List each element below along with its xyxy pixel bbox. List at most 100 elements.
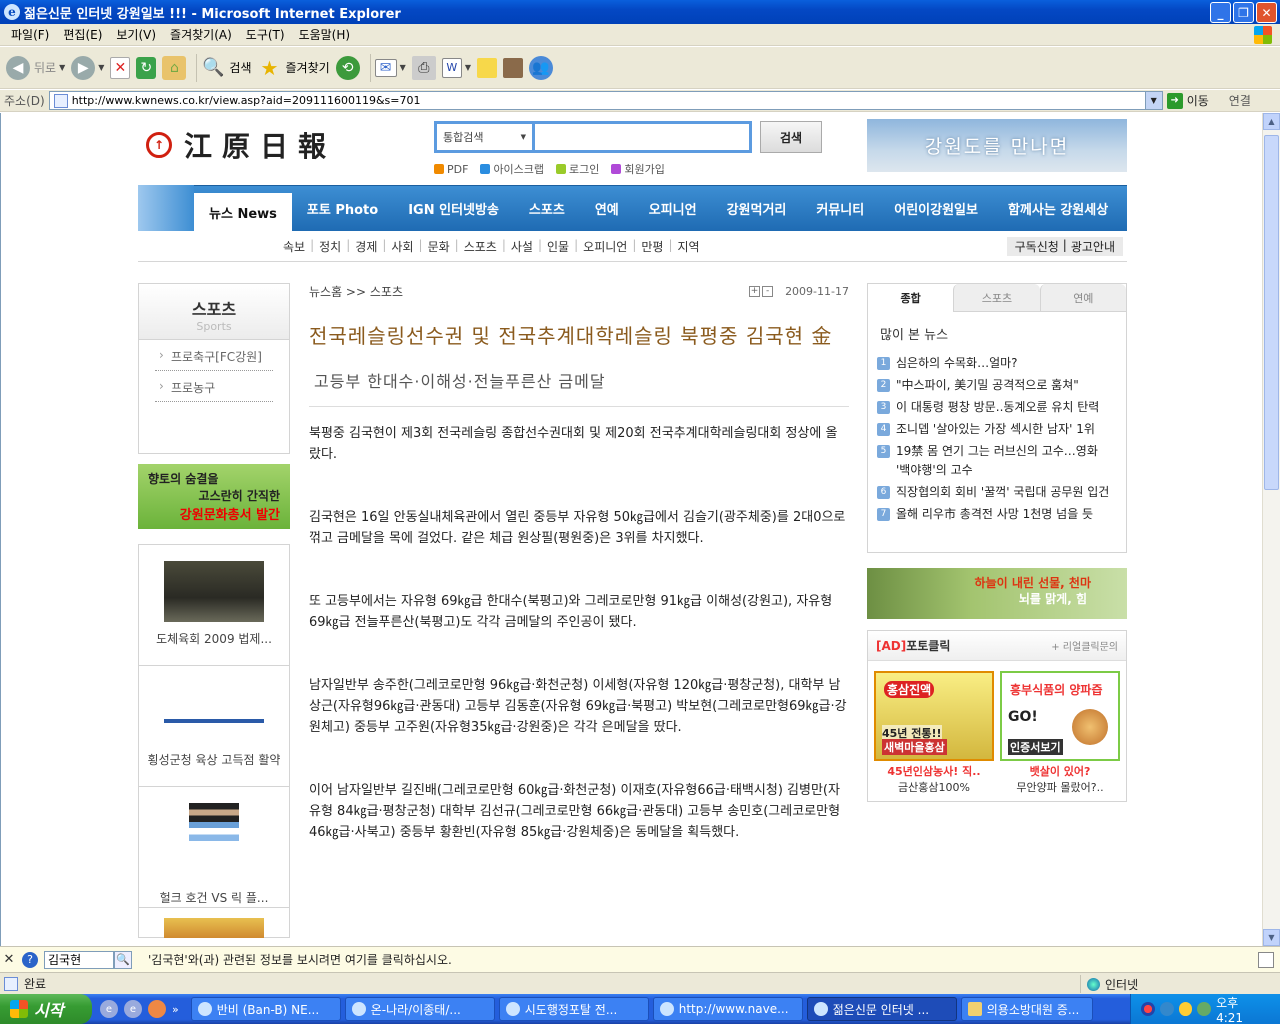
subnav-editorial[interactable]: 사설: [506, 238, 538, 255]
subnav-breaking[interactable]: 속보: [278, 238, 310, 255]
edit-button[interactable]: W ▼: [441, 51, 471, 85]
edit-dropdown-icon[interactable]: ▼: [465, 63, 471, 72]
site-search-input[interactable]: [532, 121, 752, 153]
iscrap-link[interactable]: 아이스크랩: [480, 161, 544, 177]
section-item-football[interactable]: 프로축구[FC강원]: [155, 340, 273, 371]
menu-tools[interactable]: 도구(T): [239, 26, 292, 43]
herb-ad-banner[interactable]: 하늘이 내린 선물, 천마 뇌를 맑게, 힘: [867, 568, 1127, 619]
tray-app-icon[interactable]: [1197, 1002, 1212, 1016]
task-button-active[interactable]: 젊은신문 인터넷 ...: [806, 997, 957, 1021]
task-button[interactable]: 시도행정포탈 전...: [498, 997, 649, 1021]
site-search-button[interactable]: 검색: [760, 121, 822, 153]
subscribe-link[interactable]: 구독신청: [1011, 238, 1063, 255]
print-button[interactable]: ⎙: [411, 51, 436, 85]
tray-arrow-icon[interactable]: [1159, 1002, 1174, 1016]
vertical-scrollbar[interactable]: ▲ ▼: [1262, 113, 1280, 946]
ad-inquiry-link[interactable]: + 리얼클릭문의: [1051, 638, 1118, 653]
gnb-photo[interactable]: 포토 Photo: [292, 185, 393, 231]
subnav-politics[interactable]: 정치: [314, 238, 346, 255]
search-scope-select[interactable]: 통합검색 ▼: [434, 121, 532, 153]
gnb-community[interactable]: 커뮤니티: [801, 185, 879, 231]
scroll-down-button[interactable]: ▼: [1263, 929, 1280, 946]
popular-item[interactable]: 3 이 대통령 평창 방문..동계오륜 유치 탄력: [868, 397, 1126, 419]
ad-item-onion[interactable]: 흥부식품의 양파즙 GO! 인증서보기 뱃살이 있어? 무안양파 몰랐어?..: [1000, 671, 1120, 795]
favorites-button[interactable]: ★ 즐겨찾기: [258, 51, 330, 85]
clock[interactable]: 오후 4:21: [1216, 994, 1268, 1024]
keyword-input[interactable]: [44, 950, 114, 969]
menu-view[interactable]: 보기(V): [109, 26, 163, 43]
subnav-opinion[interactable]: 오피니언: [578, 238, 632, 255]
minimize-button[interactable]: _: [1210, 2, 1231, 23]
photo-item[interactable]: 도체육회 2009 법제...: [138, 545, 290, 666]
zoom-out-button[interactable]: -: [762, 286, 774, 297]
keyword-bar-option-icon[interactable]: [1258, 951, 1274, 968]
top-banner[interactable]: 강원도를 만나면: [867, 119, 1127, 172]
zoom-in-button[interactable]: +: [749, 286, 761, 297]
more-chevron-icon[interactable]: »: [172, 1003, 179, 1016]
ad-item-ginseng[interactable]: 홍삼진액 45년 전통!! 새벽마을홍삼 45년인삼농사! 직.. 금산홍삼10…: [874, 671, 994, 795]
menu-help[interactable]: 도움말(H): [292, 26, 358, 43]
photo-item[interactable]: 헐크 호건 VS 릭 플...: [138, 787, 290, 908]
subnav-cartoon[interactable]: 만평: [636, 238, 668, 255]
breadcrumb-text[interactable]: 뉴스홈 >> 스포츠: [309, 283, 403, 300]
keyword-message[interactable]: '김국현'와(과) 관련된 정보를 보시려면 여기를 클릭하십시오.: [148, 951, 452, 968]
window-title-bar[interactable]: e 젊은신문 인터넷 강원일보 !!! - Microsoft Internet…: [0, 0, 1280, 24]
task-button[interactable]: 의용소방대원 증...: [960, 997, 1093, 1021]
gnb-kids[interactable]: 어린이강원일보: [879, 185, 993, 231]
pdf-link[interactable]: PDF: [434, 161, 468, 177]
maximize-button[interactable]: ❐: [1233, 2, 1254, 23]
section-item-basketball[interactable]: 프로농구: [155, 371, 273, 402]
task-button[interactable]: http://www.nave...: [652, 997, 803, 1021]
ad-info-link[interactable]: 광고안내: [1067, 238, 1119, 255]
mail-dropdown-icon[interactable]: ▼: [400, 63, 406, 72]
subnav-economy[interactable]: 경제: [350, 238, 382, 255]
keyword-search-button[interactable]: 🔍: [114, 950, 132, 969]
gnb-news[interactable]: 뉴스 News: [194, 193, 292, 231]
back-dropdown-icon[interactable]: ▼: [59, 63, 65, 72]
subnav-region[interactable]: 지역: [673, 238, 705, 255]
gnb-opinion[interactable]: 오피니언: [634, 185, 712, 231]
task-button[interactable]: 온-나라/이종태/...: [344, 997, 495, 1021]
task-button[interactable]: 반비 (Ban-B) NE...: [190, 997, 341, 1021]
home-button[interactable]: ⌂: [162, 51, 187, 85]
photo-item[interactable]: 횡성군청 육상 고득점 활약: [138, 666, 290, 787]
menu-edit[interactable]: 편집(E): [56, 26, 109, 43]
subnav-sports[interactable]: 스포츠: [459, 238, 502, 255]
tray-messenger-icon[interactable]: [1178, 1002, 1193, 1016]
gnb-food[interactable]: 강원먹거리: [712, 185, 802, 231]
ie-launch-icon[interactable]: e: [100, 1000, 118, 1018]
join-link[interactable]: 회원가입: [611, 161, 665, 177]
stop-button[interactable]: ✕: [110, 51, 131, 85]
subnav-society[interactable]: 사회: [386, 238, 418, 255]
research-button[interactable]: [502, 51, 523, 85]
history-button[interactable]: ⟲: [335, 51, 360, 85]
popular-item[interactable]: 4 조니뎁 '살아있는 가장 섹시한 남자' 1위: [868, 419, 1126, 441]
popular-item[interactable]: 7 올해 리우市 총격전 사망 1천명 넘을 듯: [868, 504, 1126, 526]
forward-dropdown-icon[interactable]: ▼: [98, 63, 104, 72]
gnb-together[interactable]: 함께사는 강원세상: [993, 185, 1123, 231]
address-field[interactable]: ▼: [48, 91, 1163, 110]
go-button[interactable]: ➜ 이동: [1166, 92, 1209, 109]
scroll-up-button[interactable]: ▲: [1263, 113, 1280, 130]
keyword-bar-close-button[interactable]: ✕: [0, 952, 18, 967]
popular-item[interactable]: 5 19禁 몸 연기 그는 러브신의 고수…영화 '백야행'의 고수: [868, 441, 1126, 482]
help-icon[interactable]: ?: [22, 951, 38, 968]
back-button[interactable]: ◀ 뒤로 ▼: [6, 51, 65, 85]
popular-item[interactable]: 2 "中스파이, 美기밀 공격적으로 훔쳐": [868, 375, 1126, 397]
tab-entertainment[interactable]: 연예: [1039, 284, 1126, 312]
subnav-culture[interactable]: 문화: [423, 238, 455, 255]
gnb-entertainment[interactable]: 연예: [580, 185, 634, 231]
tray-flag-icon[interactable]: [1141, 1002, 1155, 1016]
close-button[interactable]: ✕: [1256, 2, 1277, 23]
login-link[interactable]: 로그인: [556, 161, 599, 177]
url-input[interactable]: [71, 94, 1145, 107]
mail-button[interactable]: ✉ ▼: [374, 51, 406, 85]
tab-general[interactable]: 종합: [868, 284, 954, 312]
address-dropdown-icon[interactable]: ▼: [1144, 92, 1162, 109]
scroll-thumb[interactable]: [1264, 135, 1279, 490]
search-button[interactable]: 🔍 검색: [201, 51, 251, 85]
photo-item[interactable]: [138, 908, 290, 938]
gnb-ign[interactable]: IGN 인터넷방송: [393, 185, 514, 231]
refresh-button[interactable]: ↻: [136, 51, 157, 85]
forward-button[interactable]: ▶ ▼: [71, 51, 104, 85]
